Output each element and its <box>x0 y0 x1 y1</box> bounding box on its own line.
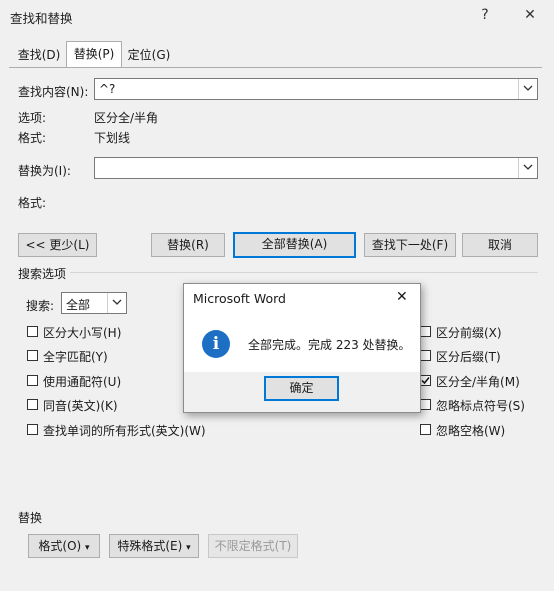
search-direction-select[interactable]: 全部 <box>61 292 127 314</box>
find-format-value: 下划线 <box>94 131 131 145</box>
match-width-label: 区分全/半角(M) <box>436 375 520 389</box>
whole-word-label: 全字匹配(Y) <box>43 350 108 364</box>
message-box-title: Microsoft Word <box>193 291 286 306</box>
divider <box>70 272 538 273</box>
match-prefix-label: 区分前缀(X) <box>436 326 502 340</box>
message-box-body: i 全部完成。完成 223 处替换。 <box>184 312 420 372</box>
replace-format-label: 格式: <box>18 196 47 210</box>
match-case-checkbox[interactable] <box>27 326 38 337</box>
dropdown-arrow-icon: ▾ <box>85 543 90 553</box>
help-button[interactable]: ? <box>474 4 496 26</box>
replace-all-button[interactable]: 全部替换(A) <box>233 232 356 258</box>
tab-goto[interactable]: 定位(G) <box>124 44 174 66</box>
match-suffix-checkbox[interactable] <box>420 350 431 361</box>
checkmark-icon <box>421 377 430 385</box>
ok-button[interactable]: 确定 <box>264 376 339 401</box>
find-options-label: 选项: <box>18 111 47 125</box>
whole-word-checkbox[interactable] <box>27 350 38 361</box>
chevron-down-icon <box>112 299 122 305</box>
match-width-checkbox[interactable] <box>420 375 431 386</box>
close-icon[interactable]: ✕ <box>396 289 408 305</box>
ignore-punct-label: 忽略标点符号(S) <box>436 399 525 413</box>
replace-label: 替换为(I): <box>18 164 71 178</box>
search-options-heading: 搜索选项 <box>18 267 67 281</box>
dropdown-arrow-icon: ▾ <box>186 543 191 553</box>
close-button[interactable]: ✕ <box>519 4 541 26</box>
chevron-down-icon <box>523 164 533 170</box>
search-direction-arrow[interactable] <box>107 293 126 313</box>
tab-find[interactable]: 查找(D) <box>14 44 64 66</box>
no-formatting-button[interactable]: 不限定格式(T) <box>208 534 298 558</box>
find-next-button[interactable]: 查找下一处(F) <box>364 233 456 257</box>
replace-input[interactable] <box>94 157 538 179</box>
search-direction-label: 搜索: <box>26 299 55 313</box>
cancel-button[interactable]: 取消 <box>462 233 538 257</box>
message-box-titlebar: Microsoft Word ✕ <box>184 284 420 312</box>
window-title: 查找和替换 <box>10 11 73 26</box>
ignore-space-checkbox[interactable] <box>420 424 431 435</box>
search-direction-value: 全部 <box>66 298 91 312</box>
match-prefix-checkbox[interactable] <box>420 326 431 337</box>
find-options-value: 区分全/半角 <box>94 111 159 125</box>
all-word-forms-label: 查找单词的所有形式(英文)(W) <box>43 424 206 438</box>
find-value: ^? <box>99 82 116 96</box>
ignore-space-label: 忽略空格(W) <box>436 424 506 438</box>
ignore-punct-checkbox[interactable] <box>420 399 431 410</box>
find-format-label: 格式: <box>18 131 47 145</box>
replace-section-heading: 替换 <box>18 511 43 525</box>
format-button[interactable]: 格式(O) ▾ <box>28 534 100 558</box>
match-suffix-label: 区分后缀(T) <box>436 350 501 364</box>
message-text: 全部完成。完成 223 处替换。 <box>248 338 411 352</box>
find-input[interactable]: ^? <box>94 78 538 100</box>
info-icon: i <box>202 330 230 358</box>
message-box: Microsoft Word ✕ i 全部完成。完成 223 处替换。 确定 <box>183 283 421 413</box>
tab-replace[interactable]: 替换(P) <box>66 41 122 69</box>
sounds-like-label: 同音(英文)(K) <box>43 399 118 413</box>
special-button-label: 特殊格式(E) <box>117 539 183 553</box>
format-button-label: 格式(O) <box>38 539 82 553</box>
match-case-label: 区分大小写(H) <box>43 326 122 340</box>
find-dropdown-arrow[interactable] <box>518 79 537 99</box>
wildcards-checkbox[interactable] <box>27 375 38 386</box>
less-button[interactable]: << 更少(L) <box>18 233 97 257</box>
sounds-like-checkbox[interactable] <box>27 399 38 410</box>
wildcards-label: 使用通配符(U) <box>43 375 122 389</box>
special-button[interactable]: 特殊格式(E) ▾ <box>109 534 199 558</box>
chevron-down-icon <box>523 85 533 91</box>
find-label: 查找内容(N): <box>18 85 89 99</box>
all-word-forms-checkbox[interactable] <box>27 424 38 435</box>
replace-dropdown-arrow[interactable] <box>518 158 537 178</box>
replace-button[interactable]: 替换(R) <box>151 233 225 257</box>
